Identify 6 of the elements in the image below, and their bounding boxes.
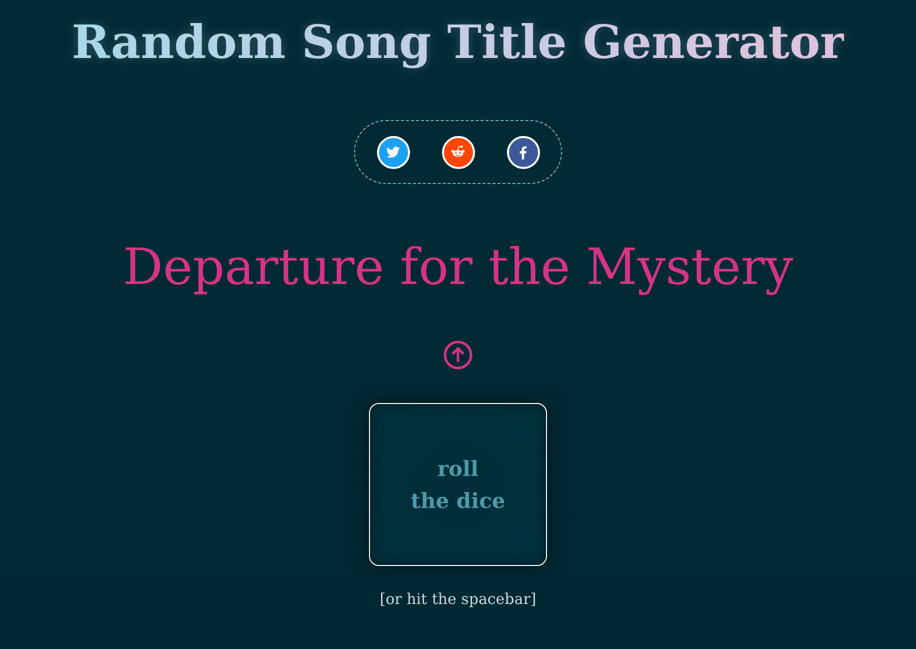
song-title: Departure for the Mystery	[122, 237, 794, 298]
roll-dice-button[interactable]: roll the dice	[369, 403, 547, 566]
bird-icon[interactable]	[376, 136, 410, 168]
letter-f-icon[interactable]	[506, 136, 540, 168]
alien-icon[interactable]	[442, 136, 474, 168]
spacebar-hint: [or hit the spacebar]	[380, 590, 536, 608]
